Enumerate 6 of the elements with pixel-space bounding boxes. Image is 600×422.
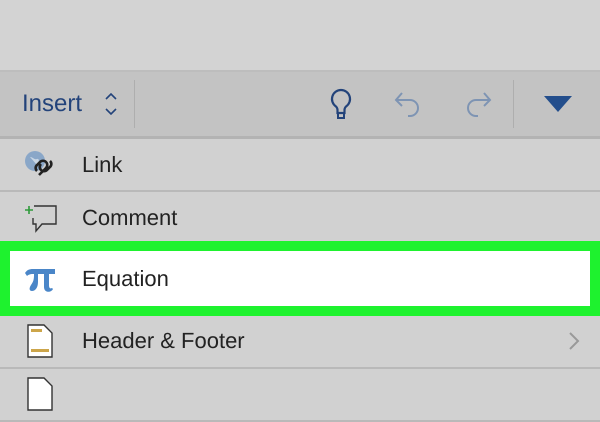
chevron-right-icon xyxy=(568,331,580,352)
chevron-updown-icon xyxy=(104,91,118,117)
lightbulb-icon[interactable] xyxy=(329,88,353,120)
tab-menu-button[interactable]: Insert xyxy=(22,90,118,118)
dropdown-triangle-icon[interactable] xyxy=(544,96,572,112)
menu-item[interactable]: Equation xyxy=(0,241,600,316)
